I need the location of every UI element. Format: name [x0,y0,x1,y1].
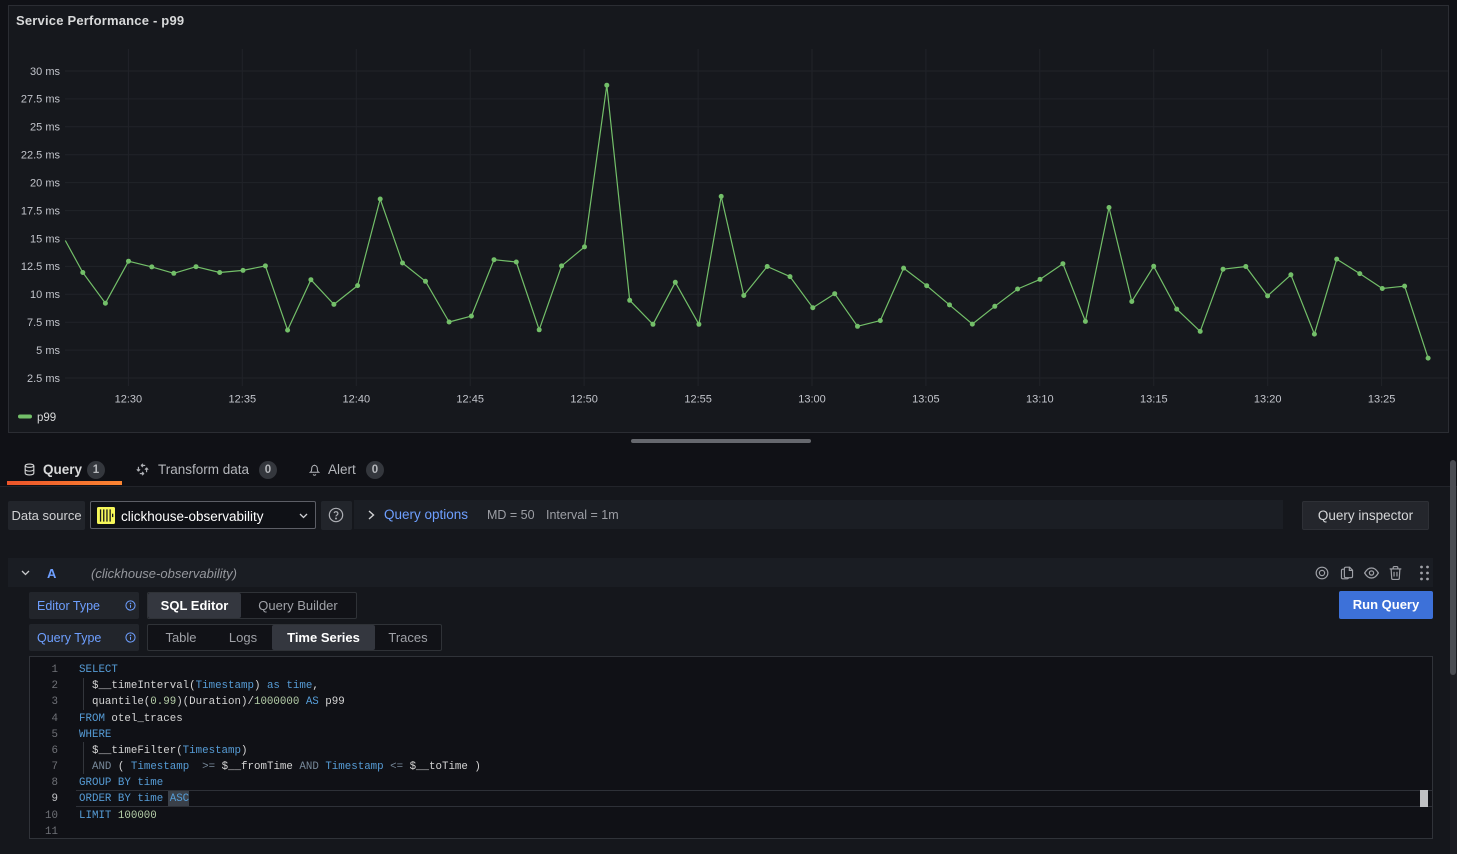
svg-text:20 ms: 20 ms [30,177,60,189]
svg-text:15 ms: 15 ms [30,233,60,245]
svg-text:12:30: 12:30 [115,394,143,406]
svg-text:27.5 ms: 27.5 ms [21,94,61,106]
svg-text:13:25: 13:25 [1368,394,1396,406]
svg-text:30 ms: 30 ms [30,66,60,78]
svg-text:13:00: 13:00 [798,394,826,406]
svg-text:p99: p99 [37,412,56,424]
svg-text:12:40: 12:40 [343,394,371,406]
svg-text:5 ms: 5 ms [36,345,60,357]
svg-text:22.5 ms: 22.5 ms [21,150,61,162]
svg-text:13:10: 13:10 [1026,394,1054,406]
svg-text:12:50: 12:50 [570,394,598,406]
svg-text:12.5 ms: 12.5 ms [21,261,61,273]
svg-text:12:45: 12:45 [456,394,484,406]
svg-text:12:35: 12:35 [229,394,257,406]
svg-text:17.5 ms: 17.5 ms [21,205,61,217]
svg-text:2.5 ms: 2.5 ms [27,373,61,385]
svg-text:13:05: 13:05 [912,394,940,406]
svg-text:13:15: 13:15 [1140,394,1168,406]
svg-text:13:20: 13:20 [1254,394,1282,406]
svg-text:25 ms: 25 ms [30,122,60,134]
svg-text:7.5 ms: 7.5 ms [27,317,61,329]
svg-text:12:55: 12:55 [684,394,712,406]
svg-text:10 ms: 10 ms [30,289,60,301]
